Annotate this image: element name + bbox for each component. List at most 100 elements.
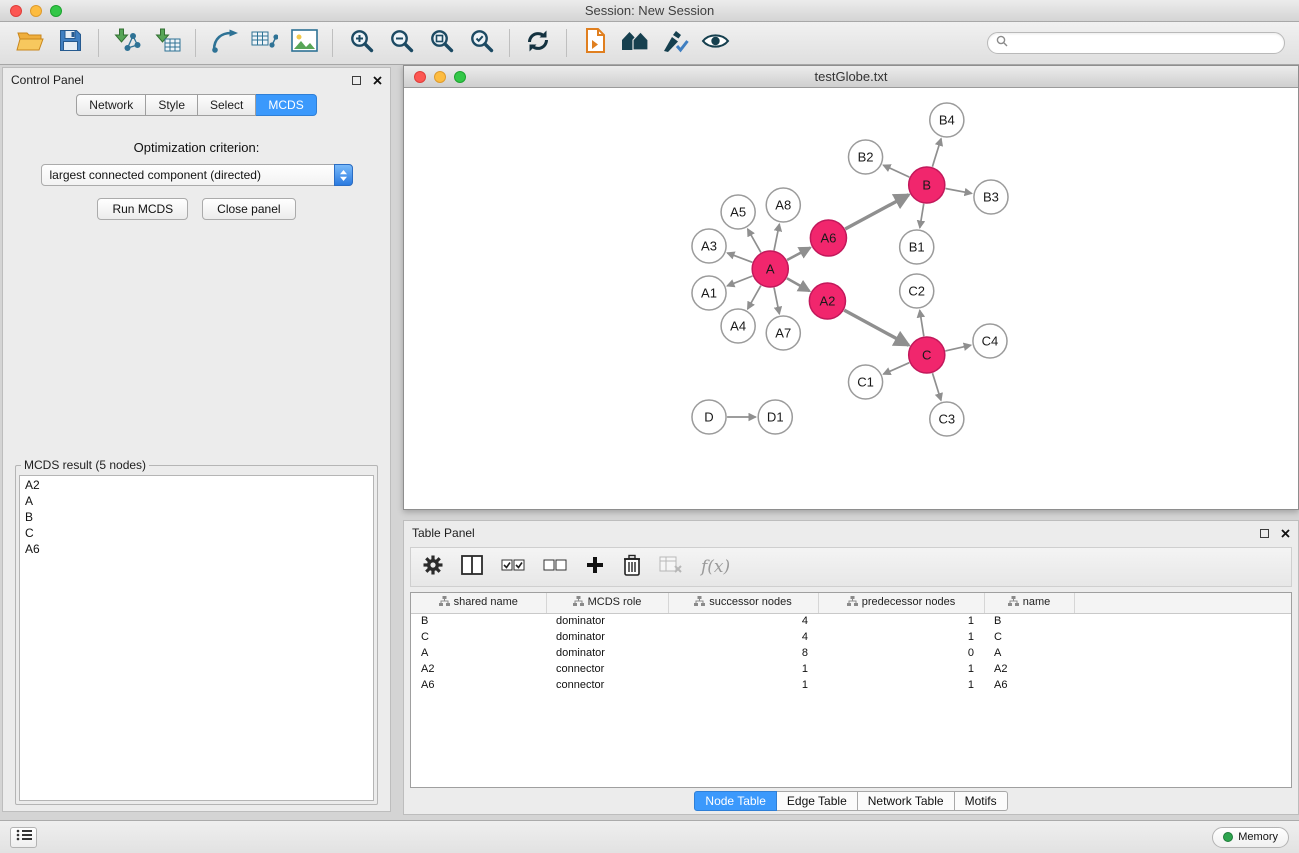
show-columns-button[interactable] (461, 555, 483, 580)
graph-node-C4[interactable]: C4 (973, 324, 1007, 358)
panel-menu-button[interactable] (10, 827, 37, 848)
graph-node-A2[interactable]: A2 (809, 283, 845, 319)
mcds-result-item[interactable]: A (20, 493, 373, 509)
graph-node-A6[interactable]: A6 (810, 220, 846, 256)
network-canvas[interactable]: B4B2BB3A8A5A6A3B1AC2A1A2A4A7C4CC1C3DD1 (404, 88, 1298, 509)
optimization-dropdown[interactable]: largest connected component (directed) (41, 164, 353, 186)
graph-edge-A6-B[interactable] (845, 195, 909, 229)
graph-edge-A-A4[interactable] (748, 286, 761, 309)
export-image-button[interactable] (286, 25, 322, 61)
search-input[interactable] (1013, 36, 1276, 50)
graph-edge-A-A2[interactable] (787, 278, 810, 291)
tab-network-table[interactable]: Network Table (858, 791, 955, 811)
close-panel-icon[interactable] (373, 76, 382, 85)
open-document-button[interactable] (577, 25, 613, 61)
unselect-all-columns-button[interactable] (543, 558, 567, 577)
graph-node-C[interactable]: C (909, 337, 945, 373)
graph-node-A[interactable]: A (752, 251, 788, 287)
graph-node-C1[interactable]: C1 (848, 365, 882, 399)
mcds-result-item[interactable]: A2 (20, 477, 373, 493)
graph-node-B4[interactable]: B4 (930, 103, 964, 137)
tab-edge-table[interactable]: Edge Table (777, 791, 858, 811)
graph-node-B3[interactable]: B3 (974, 180, 1008, 214)
graph-edge-B-B2[interactable] (883, 165, 909, 177)
column-header-MCDS-role[interactable]: MCDS role (546, 593, 668, 613)
network-window-titlebar[interactable]: testGlobe.txt (404, 66, 1298, 88)
delete-table-button[interactable] (659, 556, 683, 579)
close-network-window-button[interactable] (414, 71, 426, 83)
graph-edge-A-A5[interactable] (748, 229, 761, 252)
graph-edge-A-A8[interactable] (774, 224, 779, 250)
float-panel-icon[interactable] (352, 76, 361, 85)
export-network-button[interactable] (206, 25, 242, 61)
memory-button[interactable]: Memory (1212, 827, 1289, 848)
float-table-panel-icon[interactable] (1260, 529, 1269, 538)
graph-edge-C-C4[interactable] (945, 345, 971, 351)
tab-select[interactable]: Select (198, 94, 256, 116)
graph-edge-A-A6[interactable] (787, 248, 810, 260)
run-mcds-button[interactable]: Run MCDS (97, 198, 188, 220)
function-builder-button[interactable]: f(x) (701, 557, 730, 577)
graph-node-A5[interactable]: A5 (721, 195, 755, 229)
close-window-button[interactable] (10, 5, 22, 17)
zoom-out-button[interactable] (383, 25, 419, 61)
export-table-button[interactable] (246, 25, 282, 61)
table-settings-button[interactable] (423, 555, 443, 580)
graph-node-D1[interactable]: D1 (758, 400, 792, 434)
graph-node-C3[interactable]: C3 (930, 402, 964, 436)
mcds-result-list[interactable]: A2ABCA6 (19, 475, 374, 801)
open-session-button[interactable] (12, 25, 48, 61)
mcds-result-item[interactable]: A6 (20, 541, 373, 557)
table-row[interactable]: Cdominator41C (411, 629, 1291, 645)
column-header-successor-nodes[interactable]: successor nodes (668, 593, 818, 613)
graph-node-D[interactable]: D (692, 400, 726, 434)
zoom-window-button[interactable] (50, 5, 62, 17)
show-hide-button[interactable] (697, 25, 733, 61)
graph-node-B1[interactable]: B1 (900, 230, 934, 264)
graph-edge-A2-C[interactable] (844, 310, 909, 345)
column-header-name[interactable]: name (984, 593, 1074, 613)
table-row[interactable]: Adominator80A (411, 645, 1291, 661)
apply-style-button[interactable] (657, 25, 693, 61)
search-field[interactable] (987, 32, 1285, 54)
table-row[interactable]: A6connector11A6 (411, 677, 1291, 693)
tab-network[interactable]: Network (76, 94, 146, 116)
graph-edge-C-C3[interactable] (932, 373, 941, 400)
minimize-window-button[interactable] (30, 5, 42, 17)
graph-node-C2[interactable]: C2 (900, 274, 934, 308)
close-panel-button[interactable]: Close panel (202, 198, 295, 220)
graph-edge-B-B3[interactable] (946, 189, 972, 194)
delete-column-button[interactable] (623, 554, 641, 581)
minimize-network-window-button[interactable] (434, 71, 446, 83)
tab-style[interactable]: Style (146, 94, 198, 116)
tab-motifs[interactable]: Motifs (955, 791, 1008, 811)
graph-node-A4[interactable]: A4 (721, 309, 755, 343)
node-table-container[interactable]: shared nameMCDS rolesuccessor nodesprede… (410, 592, 1292, 788)
graph-node-A8[interactable]: A8 (766, 188, 800, 222)
mcds-result-item[interactable]: C (20, 525, 373, 541)
import-table-button[interactable] (149, 25, 185, 61)
graph-edge-C-C2[interactable] (920, 310, 924, 336)
home-button[interactable] (617, 25, 653, 61)
graph-edge-A-A7[interactable] (774, 288, 779, 314)
graph-edge-B-B1[interactable] (920, 204, 924, 228)
zoom-selected-button[interactable] (463, 25, 499, 61)
column-header-shared-name[interactable]: shared name (411, 593, 546, 613)
column-header-predecessor-nodes[interactable]: predecessor nodes (818, 593, 984, 613)
add-column-button[interactable] (585, 555, 605, 580)
save-session-button[interactable] (52, 25, 88, 61)
table-row[interactable]: Bdominator41B (411, 613, 1291, 629)
zoom-network-window-button[interactable] (454, 71, 466, 83)
tab-node-table[interactable]: Node Table (694, 791, 777, 811)
graph-node-A3[interactable]: A3 (692, 229, 726, 263)
graph-edge-A-A3[interactable] (727, 253, 752, 262)
close-table-panel-icon[interactable] (1281, 529, 1290, 538)
graph-edge-C-C1[interactable] (883, 363, 909, 374)
refresh-view-button[interactable] (520, 25, 556, 61)
tab-mcds[interactable]: MCDS (256, 94, 316, 116)
graph-node-A7[interactable]: A7 (766, 316, 800, 350)
zoom-fit-button[interactable] (423, 25, 459, 61)
zoom-in-button[interactable] (343, 25, 379, 61)
select-all-columns-button[interactable] (501, 558, 525, 577)
graph-node-B2[interactable]: B2 (848, 140, 882, 174)
